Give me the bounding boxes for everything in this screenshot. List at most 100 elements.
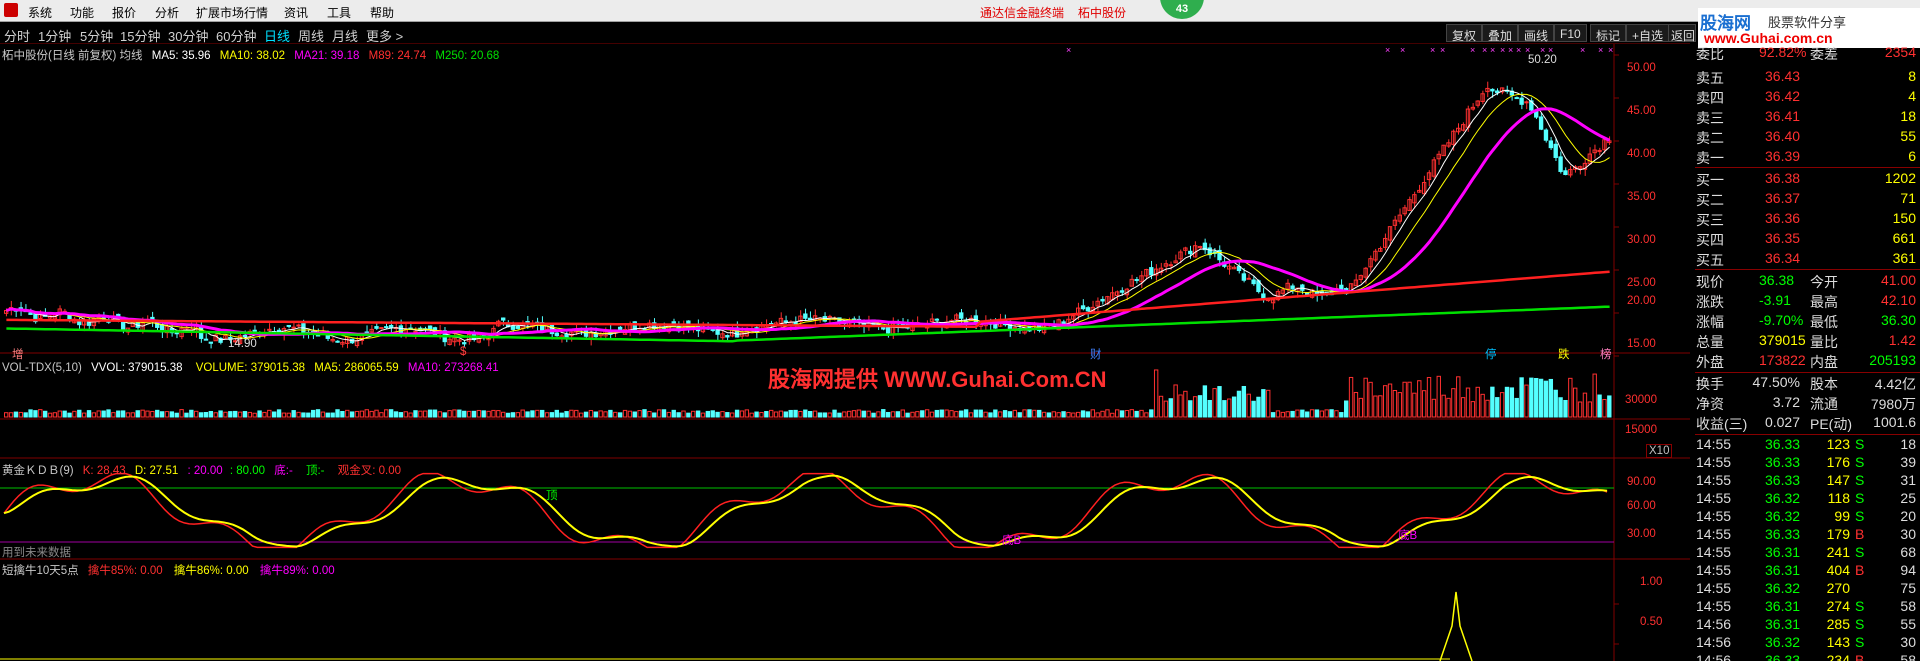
marker-finance[interactable]: 财	[1090, 346, 1102, 362]
volume-bar	[1602, 398, 1607, 418]
back-button[interactable]: 返回	[1668, 24, 1696, 43]
volume-bar	[885, 411, 891, 418]
watermark-text: 股海网提供 WWW.Guhai.Com.CN	[768, 367, 1107, 392]
volume-bar	[335, 409, 340, 418]
sell-price: 36.41	[1765, 108, 1801, 124]
volume-label: VOLUME: 379015.38	[195, 362, 306, 374]
period-30min[interactable]: 30分钟	[168, 26, 208, 45]
volume-bar	[213, 412, 218, 418]
volume-bar	[924, 409, 930, 418]
stat-value: 42.10	[1880, 292, 1916, 308]
volume-bar	[1032, 409, 1037, 418]
candle-body	[885, 326, 891, 334]
sell-volume: 4	[1908, 88, 1916, 104]
draw-button[interactable]: 画线	[1518, 24, 1555, 43]
volume-bar	[549, 412, 555, 418]
order-ratio-row: 委比 92.82% 委差 2354	[1695, 44, 1920, 63]
adjust-button[interactable]: 复权	[1446, 24, 1483, 43]
period-monthly[interactable]: 月线	[332, 26, 358, 45]
volume-bar	[164, 411, 170, 418]
menu-analysis[interactable]: 分析	[155, 4, 179, 21]
period-timeshare[interactable]: 分时	[4, 26, 30, 45]
buy-volume: 661	[1892, 230, 1916, 246]
volume-bar	[1353, 391, 1359, 418]
tick-count: 75	[1900, 580, 1916, 596]
volume-bar	[559, 412, 564, 418]
quote-panel: 委比 92.82% 委差 2354 卖五 36.43 8 卖四 36.42 4 卖三 36.41 18 卖…	[1695, 44, 1920, 661]
volume-bar	[223, 411, 228, 418]
volume-bar	[793, 409, 798, 418]
logo-tagline: 股票软件分享	[1768, 15, 1847, 30]
notification-badge[interactable]: 43	[1160, 0, 1204, 19]
volume-bar	[1582, 392, 1588, 418]
period-15min[interactable]: 15分钟	[120, 26, 160, 45]
tick-side: B	[1855, 526, 1865, 542]
candle-body	[203, 338, 209, 341]
sell-volume: 18	[1900, 108, 1916, 124]
volume-bar	[530, 410, 535, 418]
volume-bar	[252, 412, 257, 418]
period-1min[interactable]: 1分钟	[38, 26, 71, 45]
stat-value: 379015	[1759, 332, 1806, 348]
volume-bar	[203, 412, 209, 418]
volume-bar	[452, 409, 457, 418]
volume-bar	[1305, 411, 1310, 418]
menu-extended-market[interactable]: 扩展市场行情	[196, 4, 268, 21]
volume-bar	[1090, 409, 1095, 418]
volume-bar	[686, 412, 691, 418]
overlay-button[interactable]: 叠加	[1482, 24, 1519, 43]
period-more[interactable]: 更多 >	[366, 26, 403, 45]
marker-list[interactable]: 榜	[1600, 346, 1612, 362]
volume-bar	[228, 411, 233, 418]
menu-function[interactable]: 功能	[70, 4, 94, 21]
marker-halt[interactable]: 停	[1485, 346, 1497, 362]
candle-body	[1563, 170, 1568, 176]
stat-row: 涨幅 -9.70% 最低 36.30	[1695, 312, 1920, 331]
volume-bar	[442, 412, 447, 418]
volume-bar	[1027, 409, 1032, 418]
menu-help[interactable]: 帮助	[370, 4, 394, 21]
volume-bar	[998, 411, 1003, 418]
volume-bar	[759, 412, 764, 418]
volume-bar	[642, 409, 647, 418]
period-daily[interactable]: 日线	[264, 26, 290, 45]
candle-body	[783, 320, 789, 323]
tick-volume: 118	[1827, 490, 1850, 506]
tick-time: 14:55	[1696, 490, 1732, 506]
f10-button[interactable]: F10	[1554, 24, 1587, 42]
candle-body	[725, 335, 730, 338]
period-60min[interactable]: 60分钟	[216, 26, 256, 45]
volume-bar	[1085, 411, 1091, 418]
volume-bar	[296, 411, 301, 418]
volume-bar	[1017, 412, 1022, 418]
volume-bar	[1236, 390, 1242, 418]
volume-bar	[1499, 392, 1505, 418]
menu-system[interactable]: 系统	[28, 4, 52, 21]
candle-body	[1061, 321, 1066, 325]
period-5min[interactable]: 5分钟	[80, 26, 113, 45]
volume-bar	[1217, 386, 1222, 418]
tick-side: S	[1855, 598, 1865, 614]
stat-label: 今开	[1810, 274, 1838, 290]
volume-bar	[1529, 377, 1534, 418]
menu-news[interactable]: 资讯	[284, 4, 308, 21]
stat-value: 173822	[1759, 352, 1806, 368]
marker-dollar[interactable]: $	[460, 346, 466, 358]
candle-body	[510, 325, 516, 330]
volume-bar	[237, 411, 243, 418]
volume-bar	[515, 412, 521, 418]
chart-area[interactable]: × × × × × × × × × × × × × × × × × 柘中股份(日线 前复权) 均线 MA5: 3…	[0, 44, 1690, 661]
candle-body	[803, 313, 808, 319]
marker-zeng[interactable]: 增	[12, 346, 24, 362]
menu-quote[interactable]: 报价	[112, 4, 136, 21]
marker-fall[interactable]: 跌	[1558, 346, 1570, 362]
volume-bar	[881, 409, 886, 418]
volume-bar	[822, 412, 827, 418]
menu-tools[interactable]: 工具	[327, 4, 351, 21]
mark-button[interactable]: 标记	[1590, 24, 1627, 43]
value: 92.82%	[1759, 44, 1807, 60]
add-watchlist-button[interactable]: +自选	[1626, 24, 1670, 43]
tick-volume: 179	[1826, 526, 1850, 542]
period-weekly[interactable]: 周线	[298, 26, 324, 45]
bottom-panel-title: 短擒牛10天5点	[2, 565, 79, 577]
